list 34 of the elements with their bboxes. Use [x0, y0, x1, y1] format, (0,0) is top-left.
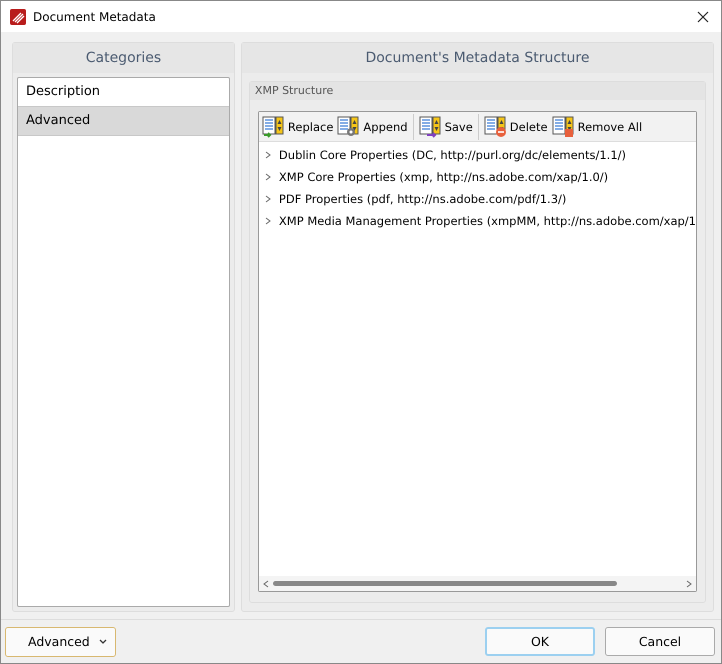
category-item[interactable]: Advanced — [18, 106, 229, 136]
save-icon — [418, 116, 443, 138]
expand-icon[interactable] — [264, 173, 272, 181]
tree-item[interactable]: XMP Core Properties (xmp, http://ns.adobe.com/xap/1.0/) — [278, 170, 608, 184]
category-item[interactable]: Description — [18, 78, 229, 106]
delete-icon — [484, 116, 508, 138]
dialog-button[interactable]: OK — [485, 627, 595, 656]
expand-icon[interactable] — [264, 195, 272, 203]
expand-icon[interactable] — [264, 217, 272, 225]
tree-item[interactable]: XMP Media Management Properties (xmpMM, http://ns.adobe.com/xap/1 — [278, 214, 696, 228]
caret-icon — [99, 639, 107, 644]
horizontal-scrollbar[interactable] — [258, 576, 696, 591]
close-icon[interactable] — [697, 10, 709, 22]
append-icon — [337, 116, 362, 138]
toolbar-button[interactable]: Replace — [260, 116, 334, 138]
scroll-right-icon[interactable] — [686, 580, 692, 588]
tree-item[interactable]: PDF Properties (pdf, http://ns.adobe.com/pdf/1.3/) — [278, 192, 566, 206]
toolbar-button[interactable]: Delete — [482, 116, 549, 138]
dialog-button[interactable]: Cancel — [605, 627, 715, 656]
panel-header: Document's Metadata Structure — [242, 43, 713, 73]
toolbar-button[interactable]: Save — [418, 116, 474, 138]
toolbar-button[interactable]: Remove All — [550, 116, 644, 138]
mode-dropdown[interactable]: Advanced — [5, 626, 116, 656]
remove-all-icon — [552, 116, 576, 138]
window-title: Document Metadata — [33, 10, 157, 24]
scroll-left-icon[interactable] — [262, 580, 269, 588]
group-title: XMP Structure — [250, 82, 705, 100]
replace-icon — [262, 116, 286, 138]
scroll-thumb[interactable] — [272, 581, 617, 586]
tree-item[interactable]: Dublin Core Properties (DC, http://purl.org/dc/elements/1.1/) — [278, 148, 626, 162]
app-logo-icon — [10, 8, 26, 24]
expand-icon[interactable] — [264, 151, 272, 159]
toolbar-button[interactable]: Append — [336, 116, 409, 138]
panel-header: Categories — [13, 43, 234, 73]
